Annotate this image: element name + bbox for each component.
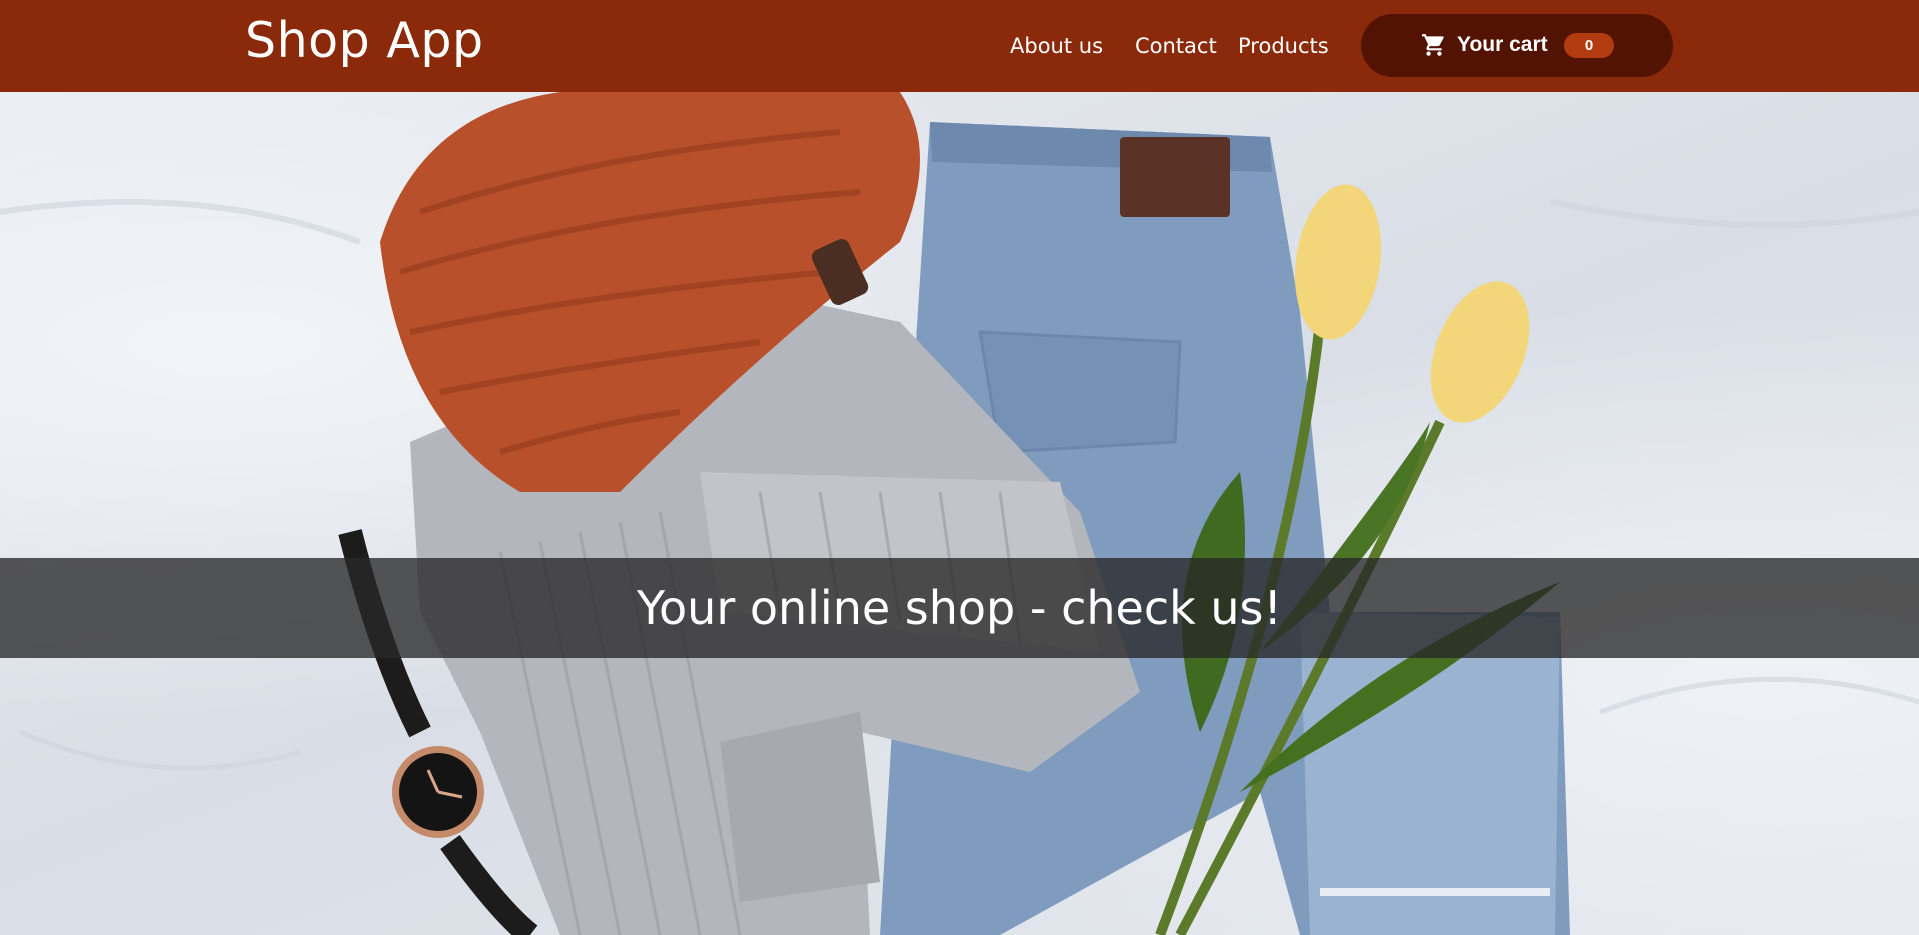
cart-button[interactable]: Your cart 0 (1361, 14, 1673, 77)
hero-banner: Your online shop - check us! (0, 558, 1919, 658)
cart-label: Your cart (1457, 33, 1548, 56)
nav-link-products[interactable]: Products (1238, 32, 1329, 60)
hero-section: Your online shop - check us! (0, 92, 1919, 935)
cart-count-badge: 0 (1564, 33, 1614, 58)
nav-link-about[interactable]: About us (1010, 32, 1103, 60)
top-header: Shop App About us Contact Products Your … (0, 0, 1919, 92)
hero-tagline: Your online shop - check us! (637, 581, 1282, 635)
nav-link-contact[interactable]: Contact (1135, 32, 1217, 60)
cart-icon (1421, 32, 1447, 58)
app-logo[interactable]: Shop App (245, 10, 484, 72)
hero-image (0, 92, 1919, 935)
